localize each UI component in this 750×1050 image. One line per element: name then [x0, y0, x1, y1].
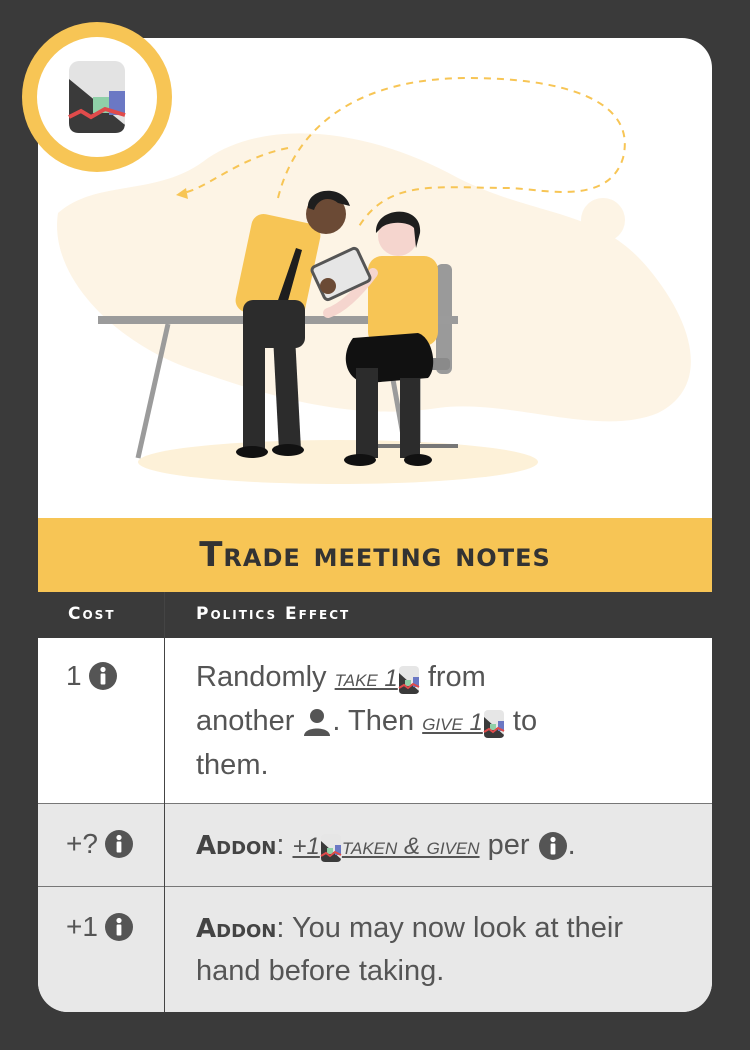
effect-word: another [196, 705, 295, 737]
taken-given-action: +1 taken & given [292, 833, 480, 863]
effect-word: them. [196, 749, 269, 781]
effect-text: Addon: +1 taken & given per . [196, 824, 686, 868]
addon-keyword: Addon [196, 831, 277, 861]
take-label: take 1 [334, 665, 398, 692]
effect-row-addon-2: +1 Addon: You may now look at their hand… [38, 886, 712, 1012]
card-title: Trade meeting notes [199, 535, 551, 575]
person-icon [302, 708, 332, 737]
effect-text: Randomly take 1 from another . Then give… [196, 656, 686, 786]
effect-word: from [427, 661, 486, 693]
taken-given-label: taken & given [341, 833, 480, 860]
info-icon [104, 912, 134, 942]
cost-value: +1 [66, 911, 98, 942]
cost-value: 1 [66, 660, 82, 691]
info-icon [88, 661, 118, 691]
report-card-icon [398, 665, 420, 695]
give-action: give 1 [422, 709, 505, 739]
info-icon [538, 831, 568, 861]
report-card-icon [37, 37, 157, 157]
cost-value: +? [66, 828, 98, 859]
effect-row-addon-1: +? Addon: +1 taken & given per . [38, 803, 712, 887]
report-card-icon [483, 709, 505, 739]
cost-cell: +? [66, 828, 156, 860]
effect-word: . [567, 829, 576, 861]
table-header: Cost Politics Effect [38, 592, 712, 638]
effect-word: per [487, 829, 530, 861]
take-action: take 1 [334, 665, 420, 695]
effect-word: to [512, 705, 538, 737]
info-icon [104, 829, 134, 859]
category-badge [22, 22, 172, 172]
cost-header: Cost [68, 604, 116, 624]
plus-label: +1 [292, 833, 320, 860]
report-card-icon [320, 833, 342, 863]
cost-cell: 1 [66, 660, 156, 692]
effect-row-base: 1 Randomly take 1 from another . Then gi… [38, 638, 712, 803]
effect-word: Randomly [196, 661, 327, 693]
column-divider [164, 592, 165, 1012]
cost-cell: +1 [66, 911, 156, 943]
give-label: give 1 [422, 709, 483, 736]
effect-header: Politics Effect [196, 604, 351, 624]
effect-word: : [276, 829, 285, 861]
addon-keyword: Addon [196, 914, 277, 944]
trade-meeting-notes-card: Trade meeting notes Cost Politics Effect… [38, 38, 712, 1012]
effect-text: Addon: You may now look at their hand be… [196, 907, 686, 992]
effect-word: . Then [332, 705, 415, 737]
title-bar: Trade meeting notes [38, 518, 712, 592]
